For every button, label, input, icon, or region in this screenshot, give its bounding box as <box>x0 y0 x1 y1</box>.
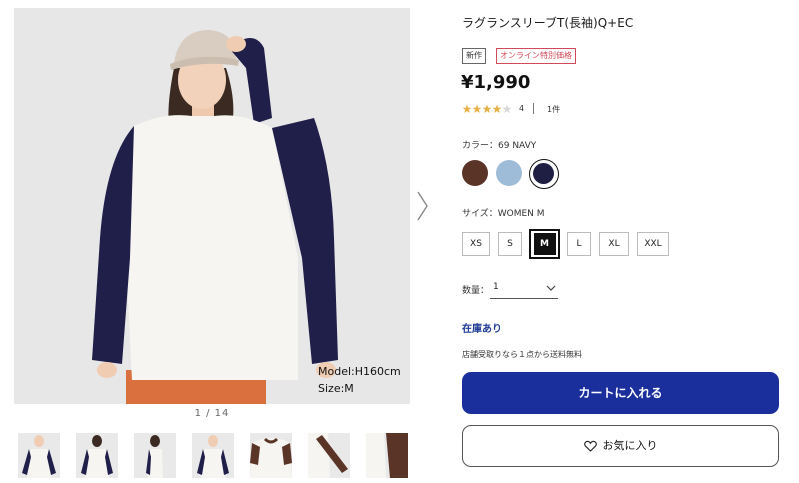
thumbnail-3[interactable] <box>134 433 176 478</box>
shipping-note: 店舗受取りなら１点から送料無料 <box>462 350 582 359</box>
size-option-xs[interactable]: XS <box>462 232 490 256</box>
favorite-button-label: お気に入り <box>602 439 658 452</box>
chevron-down-icon <box>546 285 556 291</box>
stock-status: 在庫あり <box>462 324 502 335</box>
size-option-m[interactable]: M <box>529 229 560 259</box>
quantity-label: 数量： <box>462 286 490 296</box>
color-swatch-navy-fill <box>533 163 554 184</box>
star-rating-icon <box>462 104 512 113</box>
photo-caption: Model:H160cm Size:M <box>318 363 401 397</box>
color-swatch-light-blue[interactable] <box>496 160 522 186</box>
size-option-l[interactable]: L <box>567 232 591 256</box>
product-title: ラグランスリーブT(長袖)Q+EC <box>462 16 634 30</box>
add-to-favorites-button[interactable]: お気に入り <box>462 425 779 467</box>
thumbnail-6[interactable] <box>308 433 350 478</box>
thumbnail-1[interactable] <box>18 433 60 478</box>
thumbnail-7[interactable] <box>366 433 408 478</box>
next-image-button[interactable] <box>413 188 431 224</box>
caption-model-size: Size:M <box>318 382 354 395</box>
thumbnail-strip <box>18 433 418 478</box>
thumbnail-4[interactable] <box>192 433 234 478</box>
size-option-xl[interactable]: XL <box>599 232 629 256</box>
thumbnail-2[interactable] <box>76 433 118 478</box>
quantity-value: 1 <box>493 282 499 292</box>
rating-divider <box>533 103 534 114</box>
caption-model-height: Model:H160cm <box>318 365 401 378</box>
online-price-badge: オンライン特別価格 <box>496 48 576 64</box>
size-option-xxl[interactable]: XXL <box>637 232 669 256</box>
image-page-indicator: 1 / 14 <box>194 408 230 419</box>
add-to-cart-button[interactable]: カートに入れる <box>462 372 779 414</box>
chevron-right-icon <box>417 191 428 221</box>
thumbnail-5[interactable] <box>250 433 292 478</box>
rating-value: 4 <box>519 104 525 113</box>
review-count-link[interactable]: 1件 <box>547 104 560 115</box>
color-swatch-navy[interactable] <box>529 159 559 189</box>
model-photo-illustration <box>14 8 410 404</box>
main-product-photo[interactable]: Model:H160cm Size:M <box>14 8 410 404</box>
new-badge: 新作 <box>462 48 486 64</box>
product-price: ¥1,990 <box>461 72 531 93</box>
size-label: サイズ：WOMEN M <box>462 209 545 219</box>
color-label: カラー：69 NAVY <box>462 141 537 151</box>
quantity-select[interactable]: 1 <box>490 279 558 299</box>
color-swatch-brown[interactable] <box>462 160 488 186</box>
size-option-m-label: M <box>533 233 556 255</box>
heart-icon <box>583 440 597 452</box>
size-option-s[interactable]: S <box>498 232 522 256</box>
